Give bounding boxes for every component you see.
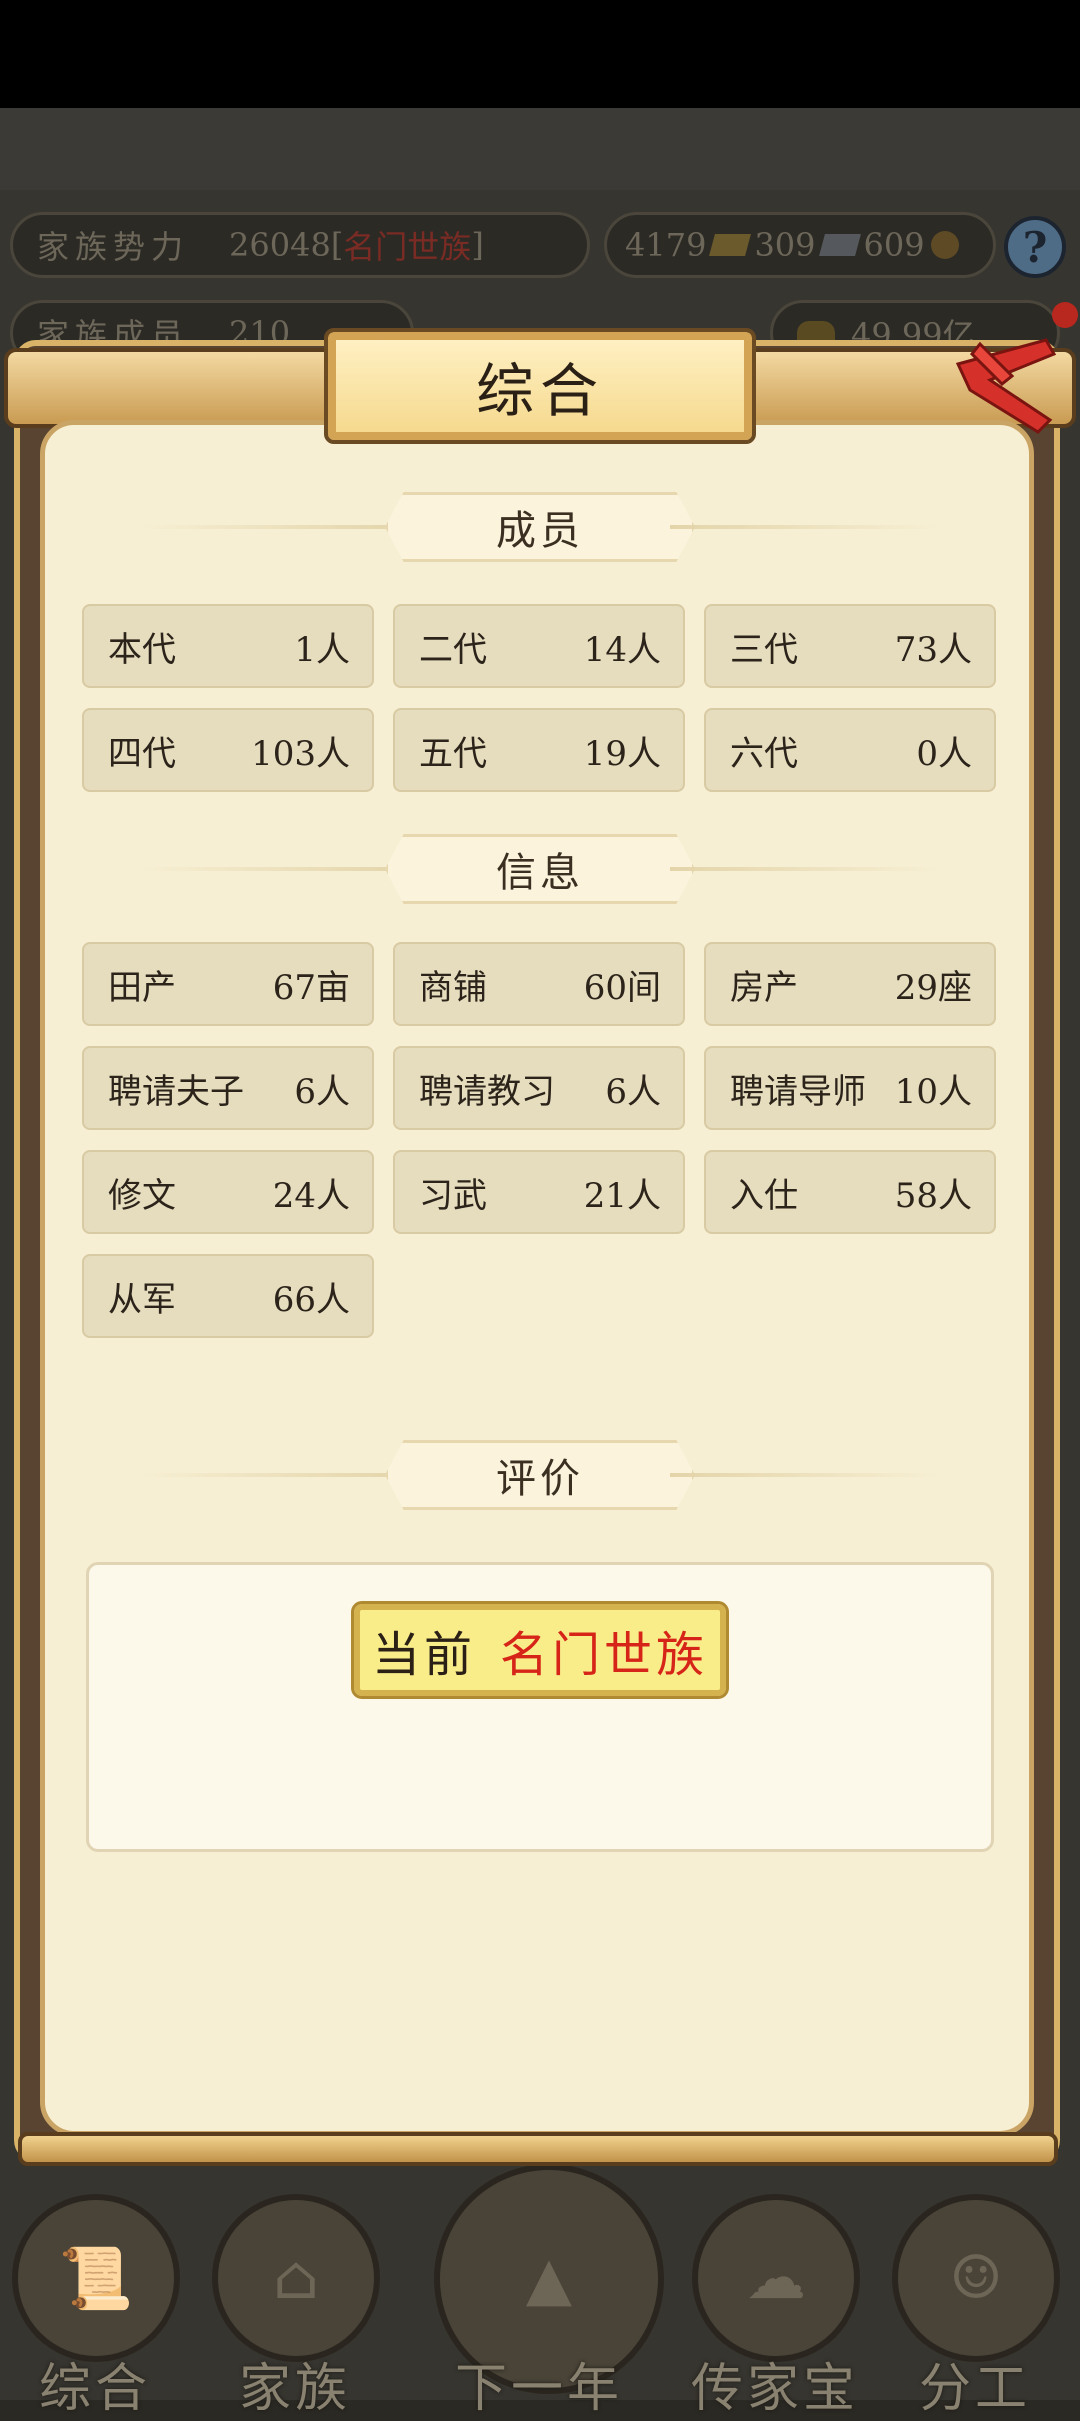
gold-value: 4179 bbox=[625, 226, 707, 264]
rating-prefix: 当前 bbox=[371, 1627, 476, 1683]
stat-label: 四代 bbox=[108, 733, 176, 774]
stat-card: 五代 19人 bbox=[393, 708, 685, 792]
nav-item-division[interactable]: ☺ 分工 bbox=[880, 2150, 1070, 2419]
stat-value: 10人 bbox=[894, 1071, 972, 1112]
stat-value: 6人 bbox=[605, 1071, 661, 1112]
stat-value: 0人 bbox=[916, 733, 972, 774]
nav-item-heirloom[interactable]: ☁ 传家宝 bbox=[680, 2150, 870, 2419]
stat-label: 商铺 bbox=[419, 967, 487, 1008]
family-power-label: 家族势力 bbox=[37, 228, 190, 266]
stat-label: 房产 bbox=[730, 967, 798, 1008]
bracket-open: [ bbox=[330, 226, 344, 264]
currency-bar: 4179 309 609 bbox=[604, 212, 996, 278]
scroll-icon: 📜 bbox=[12, 2194, 180, 2362]
stat-value: 67亩 bbox=[272, 967, 350, 1008]
rating-badge: 当前 名门世族 bbox=[351, 1601, 729, 1699]
stat-label: 聘请夫子 bbox=[108, 1071, 244, 1112]
close-icon bbox=[955, 338, 1057, 434]
stat-label: 五代 bbox=[419, 733, 487, 774]
header-divider bbox=[670, 525, 940, 529]
family-power-value: 26048 bbox=[229, 226, 331, 264]
stat-value: 6人 bbox=[294, 1071, 350, 1112]
stat-value: 66人 bbox=[272, 1279, 350, 1320]
stat-value: 60间 bbox=[583, 967, 661, 1008]
close-button[interactable] bbox=[950, 324, 1062, 436]
modal-title: 综合 bbox=[324, 328, 756, 444]
stat-value: 103人 bbox=[251, 733, 350, 774]
stat-card: 习武 21人 bbox=[393, 1150, 685, 1234]
section-header-members: 成员 bbox=[140, 492, 940, 562]
section-header-rating: 评价 bbox=[140, 1440, 940, 1510]
house-icon: ⌂ bbox=[212, 2194, 380, 2362]
nav-label: 综合 bbox=[38, 2359, 151, 2419]
stat-label: 三代 bbox=[730, 629, 798, 670]
stat-value: 29座 bbox=[894, 967, 972, 1008]
stat-card: 田产 67亩 bbox=[82, 942, 374, 1026]
section-title: 信息 bbox=[385, 834, 695, 904]
stat-label: 六代 bbox=[730, 733, 798, 774]
stat-label: 从军 bbox=[108, 1279, 176, 1320]
bottom-nav: 📜 综合 ⌂ 家族 ▲ 下一年 ☁ 传家宝 ☺ 分工 bbox=[0, 2150, 1080, 2419]
stat-value: 14人 bbox=[583, 629, 661, 670]
stat-label: 聘请教习 bbox=[419, 1071, 555, 1112]
family-power-bar[interactable]: 家族势力 26048 [ 名门世族 ] bbox=[10, 212, 590, 278]
stat-label: 修文 bbox=[108, 1175, 176, 1216]
section-header-info: 信息 bbox=[140, 834, 940, 904]
modal-bottom-bar bbox=[18, 2132, 1058, 2166]
stat-card: 四代 103人 bbox=[82, 708, 374, 792]
stat-label: 田产 bbox=[108, 967, 176, 1008]
silver-value: 309 bbox=[754, 226, 816, 264]
nav-item-family[interactable]: ⌂ 家族 bbox=[200, 2150, 390, 2419]
stat-card: 本代 1人 bbox=[82, 604, 374, 688]
cloud-icon: ☁ bbox=[692, 2194, 860, 2362]
section-title: 成员 bbox=[385, 492, 695, 562]
section-title: 评价 bbox=[385, 1440, 695, 1510]
nav-label: 传家宝 bbox=[690, 2359, 859, 2419]
stat-label: 二代 bbox=[419, 629, 487, 670]
stat-card: 六代 0人 bbox=[704, 708, 996, 792]
app-header bbox=[0, 108, 1080, 190]
nav-label: 下一年 bbox=[454, 2359, 623, 2419]
stat-label: 本代 bbox=[108, 629, 176, 670]
stat-card: 房产 29座 bbox=[704, 942, 996, 1026]
family-power-rank: 名门世族 bbox=[343, 228, 472, 266]
bracket-close: ] bbox=[471, 226, 484, 264]
stat-label: 入仕 bbox=[730, 1175, 798, 1216]
nav-label: 家族 bbox=[238, 2359, 351, 2419]
header-divider bbox=[140, 867, 410, 871]
header-divider bbox=[670, 1473, 940, 1477]
stat-card: 三代 73人 bbox=[704, 604, 996, 688]
coin-value: 609 bbox=[863, 226, 925, 264]
copper-coin-icon bbox=[930, 231, 959, 259]
stat-card: 商铺 60间 bbox=[393, 942, 685, 1026]
stat-card: 聘请教习 6人 bbox=[393, 1046, 685, 1130]
stat-card: 修文 24人 bbox=[82, 1150, 374, 1234]
header-divider bbox=[140, 525, 410, 529]
stat-card: 聘请导师 10人 bbox=[704, 1046, 996, 1130]
silver-ingot-icon bbox=[818, 234, 861, 256]
stat-value: 1人 bbox=[294, 629, 350, 670]
stat-value: 24人 bbox=[272, 1175, 350, 1216]
stat-value: 58人 bbox=[894, 1175, 972, 1216]
stat-card: 聘请夫子 6人 bbox=[82, 1046, 374, 1130]
people-icon: ☺ bbox=[892, 2194, 1060, 2362]
stat-value: 73人 bbox=[894, 629, 972, 670]
nav-item-next-year[interactable]: ▲ 下一年 bbox=[434, 2150, 664, 2419]
stat-card: 入仕 58人 bbox=[704, 1150, 996, 1234]
gold-ingot-icon bbox=[709, 234, 752, 256]
stat-card: 从军 66人 bbox=[82, 1254, 374, 1338]
help-icon[interactable]: ? bbox=[1004, 216, 1066, 278]
header-divider bbox=[670, 867, 940, 871]
stat-value: 21人 bbox=[583, 1175, 661, 1216]
stat-value: 19人 bbox=[583, 733, 661, 774]
nav-label: 分工 bbox=[918, 2359, 1031, 2419]
stat-label: 习武 bbox=[419, 1175, 487, 1216]
rating-value: 名门世族 bbox=[500, 1627, 709, 1683]
header-divider bbox=[140, 1473, 410, 1477]
status-bar bbox=[0, 0, 1080, 108]
nav-item-overview[interactable]: 📜 综合 bbox=[0, 2150, 190, 2419]
stat-card: 二代 14人 bbox=[393, 604, 685, 688]
stat-label: 聘请导师 bbox=[730, 1071, 866, 1112]
